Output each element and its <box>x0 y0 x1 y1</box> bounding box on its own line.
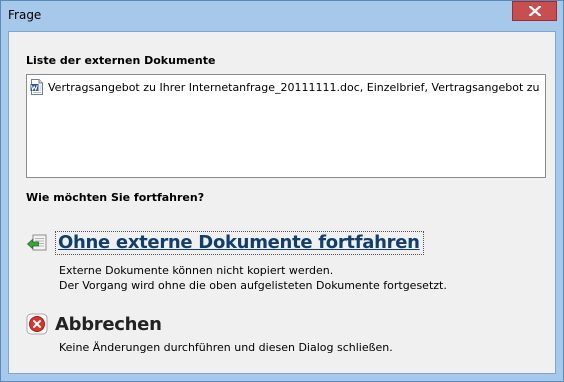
continue-without-documents-option[interactable]: Ohne externe Dokumente fortfahren <box>26 231 424 255</box>
dialog-window: Frage Liste der externen Dokumente Vertr… <box>0 0 564 382</box>
question-label: Wie möchten Sie fortfahren? <box>26 191 205 204</box>
title-bar[interactable]: Frage <box>1 1 563 31</box>
close-icon <box>528 6 541 16</box>
continue-description-line-1: Externe Dokumente können nicht kopiert w… <box>59 264 334 277</box>
list-item[interactable]: Vertragsangebot zu Ihrer Internetanfrage… <box>30 79 542 95</box>
cancel-description: Keine Änderungen durchführen und diesen … <box>59 341 393 354</box>
continue-description-line-2: Der Vorgang wird ohne die oben aufgelist… <box>59 279 447 292</box>
documents-list-label: Liste der externen Dokumente <box>26 54 216 67</box>
document-name: Vertragsangebot zu Ihrer Internetanfrage… <box>48 80 542 94</box>
continue-without-documents-button[interactable]: Ohne externe Dokumente fortfahren <box>55 231 424 255</box>
documents-list[interactable]: Vertragsangebot zu Ihrer Internetanfrage… <box>26 74 546 178</box>
word-document-icon <box>30 79 43 95</box>
window-title: Frage <box>8 8 42 22</box>
dialog-content: Liste der externen Dokumente Vertragsang… <box>8 31 556 374</box>
cancel-button[interactable]: Abbrechen <box>55 314 162 335</box>
cancel-x-icon <box>26 313 48 335</box>
close-button[interactable] <box>512 1 557 21</box>
continue-arrow-icon <box>26 234 47 251</box>
cancel-option[interactable]: Abbrechen <box>26 313 162 335</box>
